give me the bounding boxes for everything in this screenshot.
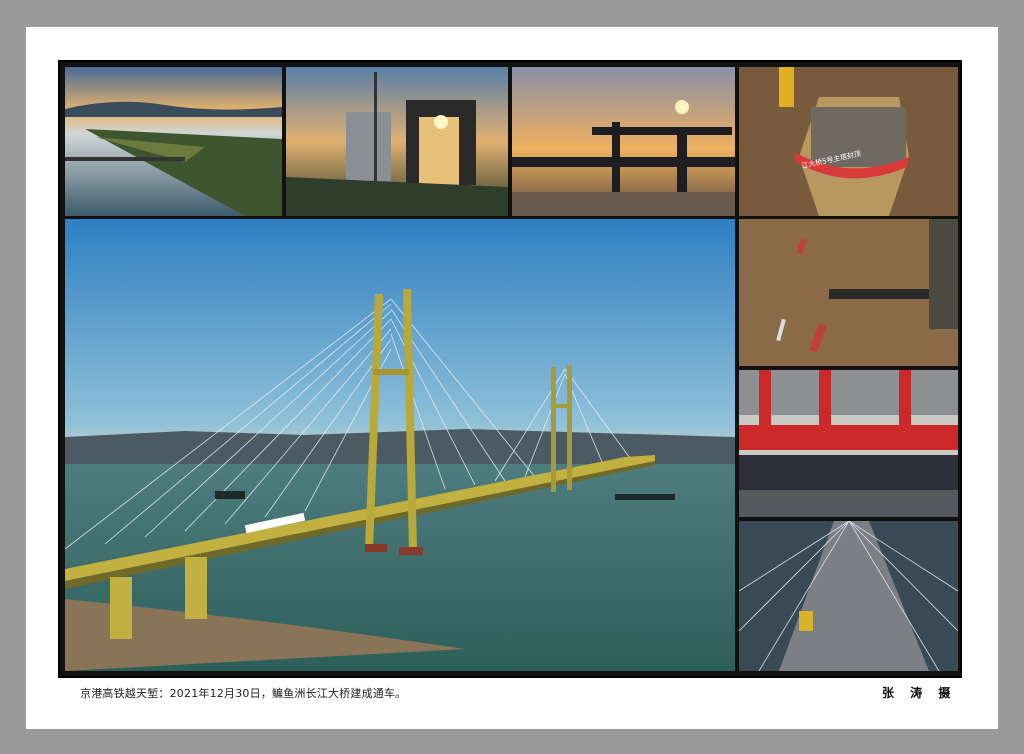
photo-main-bridge [65,219,735,671]
photo-deck-cables [739,521,958,671]
photo-island-dawn [65,67,282,216]
photo-barges-aerial [739,219,958,366]
photo-tower-top-aerial: 江大桥5号主塔封顶 [739,67,958,216]
photo-credit: 张 涛 摄 [882,686,957,700]
photo-construction-sunset [512,67,735,216]
photo-caption: 京港高铁越天堑：2021年12月30日，鳊鱼洲长江大桥建成通车。 [80,687,407,700]
photo-red-gantry [739,370,958,517]
photo-tower-sunset [286,67,508,216]
